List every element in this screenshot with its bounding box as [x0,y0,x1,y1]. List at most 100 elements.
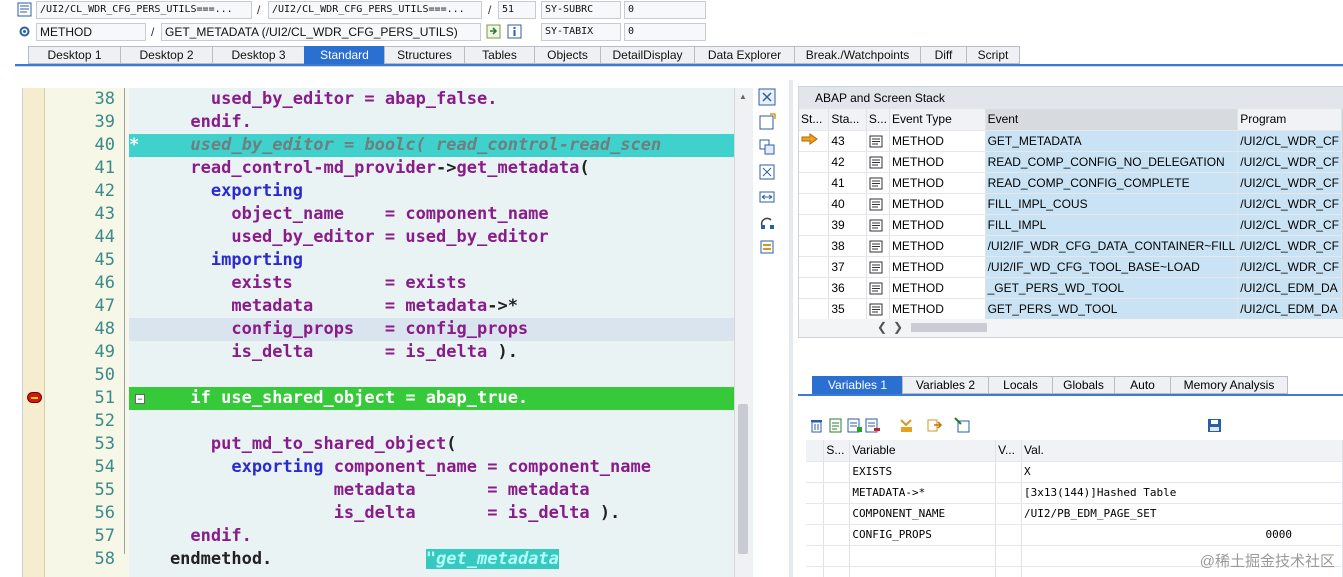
code-line[interactable]: is_delta = is_delta ). [129,341,735,364]
scroll-left-icon[interactable]: ❮ [877,320,887,334]
close-window-icon[interactable] [758,88,776,106]
tab-variables-1[interactable]: Variables 1 [812,376,902,394]
stack-column-header[interactable]: Event [985,109,1239,131]
tab-detaildisplay[interactable]: DetailDisplay [600,46,694,64]
variables-column-header[interactable]: Val. [1021,440,1343,462]
tab-variables-2[interactable]: Variables 2 [902,376,988,394]
stack-row[interactable]: 37 METHOD/UI2/IF_WD_CFG_TOOL_BASE~LOAD/UI… [799,256,1342,278]
code-line[interactable]: metadata = metadata->* [129,295,735,318]
remove-rows-icon[interactable] [864,417,881,434]
stack-horizontal-scrollbar[interactable]: ❮ ❯ [799,319,1343,337]
code-line[interactable]: endmethod. "get_metadata [129,548,735,571]
resize-horizontal-icon[interactable] [758,188,776,206]
variable-name-cell[interactable]: COMPONENT_NAME [849,503,997,525]
save-icon[interactable] [1206,417,1223,434]
scrollbar-thumb[interactable] [911,323,987,332]
code-line[interactable] [129,410,735,433]
maximize-icon[interactable] [758,163,776,181]
main-program-field[interactable]: /UI2/CL_WDR_CFG_PERS_UTILS===... [36,1,252,19]
variable-name-cell[interactable]: METADATA->* [849,482,997,504]
export-icon[interactable] [926,417,943,434]
tab-desktop-3[interactable]: Desktop 3 [212,46,304,64]
info-icon[interactable] [507,24,522,39]
tab-memory-analysis[interactable]: Memory Analysis [1170,376,1288,394]
code-line[interactable]: used_by_editor = abap_false. [129,88,735,111]
tab-auto[interactable]: Auto [1114,376,1170,394]
breakpoint-icon[interactable] [27,392,42,403]
variable-row[interactable]: CONFIG_PROPS 0000 [806,524,1343,546]
new-window-icon[interactable] [758,113,776,131]
event-name-field[interactable]: GET_METADATA (/UI2/CL_WDR_CFG_PERS_UTILS… [161,23,481,41]
variable-row[interactable]: METADATA->* [3x13(144)]Hashed Table [806,482,1343,504]
variable-name-cell[interactable] [849,566,997,577]
code-line[interactable]: read_control-md_provider->get_metadata( [129,157,735,180]
stack-row[interactable]: 36 METHOD _GET_PERS_WD_TOOL/UI2/CL_EDM_DA [799,277,1342,299]
stack-column-header[interactable]: Program [1237,109,1342,131]
tab-data-explorer[interactable]: Data Explorer [694,46,794,64]
variable-name-cell[interactable]: EXISTS [849,461,997,483]
tab-structures[interactable]: Structures [384,46,464,64]
current-statement-line[interactable]: if use_shared_object = abap_true. [129,387,735,410]
code-line[interactable]: importing [129,249,735,272]
delete-icon[interactable] [808,417,825,434]
system-variable-value-field[interactable]: 0 [624,1,706,19]
stack-row[interactable]: 40 METHOD FILL_IMPL_COUS/UI2/CL_WDR_CF [799,193,1342,215]
code-area[interactable]: used_by_editor = abap_false. endif. * use… [129,88,735,577]
tab-diff[interactable]: Diff [920,46,966,64]
variable-row[interactable]: COMPONENT_NAME/UI2/PB_EDM_PAGE_SET [806,503,1343,525]
code-line[interactable] [129,364,735,387]
pane-splitter[interactable] [789,80,793,577]
code-line[interactable]: endif. [129,111,735,134]
scroll-right-icon[interactable]: ❯ [893,320,903,334]
tab-desktop-2[interactable]: Desktop 2 [120,46,212,64]
stack-row[interactable]: 41 METHOD READ_COMP_CONFIG_COMPLETE/UI2/CL… [799,172,1342,194]
code-line[interactable]: put_md_to_shared_object( [129,433,735,456]
services-icon[interactable] [758,213,776,231]
editor-scrollbar[interactable]: ▲ [734,88,751,577]
code-line[interactable]: object_name = component_name [129,203,735,226]
system-variable-name-field[interactable]: SY-SUBRC [541,1,621,19]
event-type-field[interactable]: METHOD [36,23,146,41]
stack-row[interactable]: 42 METHOD READ_COMP_CONFIG_NO_DELEGATION/U… [799,151,1342,173]
system-variable-value-field[interactable]: 0 [624,23,706,41]
stack-column-header[interactable]: St... [799,109,830,131]
line-number-field[interactable]: 51 [498,1,536,19]
code-line[interactable]: exporting component_name = component_nam… [129,456,735,479]
scroll-up-icon[interactable]: ▲ [739,92,747,101]
code-line[interactable]: * used_by_editor = boolc( read_control-r… [129,134,735,157]
swap-tool-icon[interactable] [758,138,776,156]
collapse-icon[interactable]: − [135,394,145,404]
system-variable-name-field[interactable]: SY-TABIX [541,23,621,41]
insert-rows-icon[interactable] [846,417,863,434]
edit-list-icon[interactable] [828,417,845,434]
tab-locals[interactable]: Locals [988,376,1052,394]
tab-standard[interactable]: Standard [304,46,384,64]
source-code-editor[interactable]: 38 39 40 41 42 43 44 45 46 47 48 49 50 51 52 53 54 55 56 57… [22,88,753,577]
variables-column-header[interactable] [806,440,825,462]
code-line[interactable]: exporting [129,180,735,203]
stack-column-header[interactable]: S... [866,109,890,131]
stack-column-header[interactable]: Sta... [828,109,867,131]
variables-column-header[interactable]: S... [823,440,851,462]
stack-column-header[interactable]: Event Type [889,109,986,131]
include-program-field[interactable]: /UI2/CL_WDR_CFG_PERS_UTILS===... [268,1,482,19]
code-line[interactable]: config_props = config_props [129,318,735,341]
navigate-icon[interactable] [486,24,501,39]
tab-script[interactable]: Script [966,46,1020,64]
settings-icon[interactable] [758,238,776,256]
code-line[interactable]: endif. [129,525,735,548]
breakpoint-gutter[interactable] [23,88,45,577]
stack-row[interactable]: 39 METHOD FILL_IMPL/UI2/CL_WDR_CF [799,214,1342,236]
code-line[interactable]: used_by_editor = used_by_editor [129,226,735,249]
stack-row[interactable]: 43 METHOD GET_METADATA/UI2/CL_WDR_CF [799,130,1342,152]
filter-icon[interactable] [954,417,971,434]
variable-row[interactable]: EXISTS X [806,461,1343,483]
stack-row[interactable]: 35 METHOD GET_PERS_WD_TOOL/UI2/CL_EDM_DA [799,298,1342,320]
code-line[interactable]: exists = exists [129,272,735,295]
code-line[interactable]: metadata = metadata [129,479,735,502]
expand-all-icon[interactable] [898,417,915,434]
tab-desktop-1[interactable]: Desktop 1 [28,46,120,64]
variables-column-header[interactable]: V... [995,440,1023,462]
tab-globals[interactable]: Globals [1052,376,1114,394]
variable-name-cell[interactable] [849,545,997,567]
